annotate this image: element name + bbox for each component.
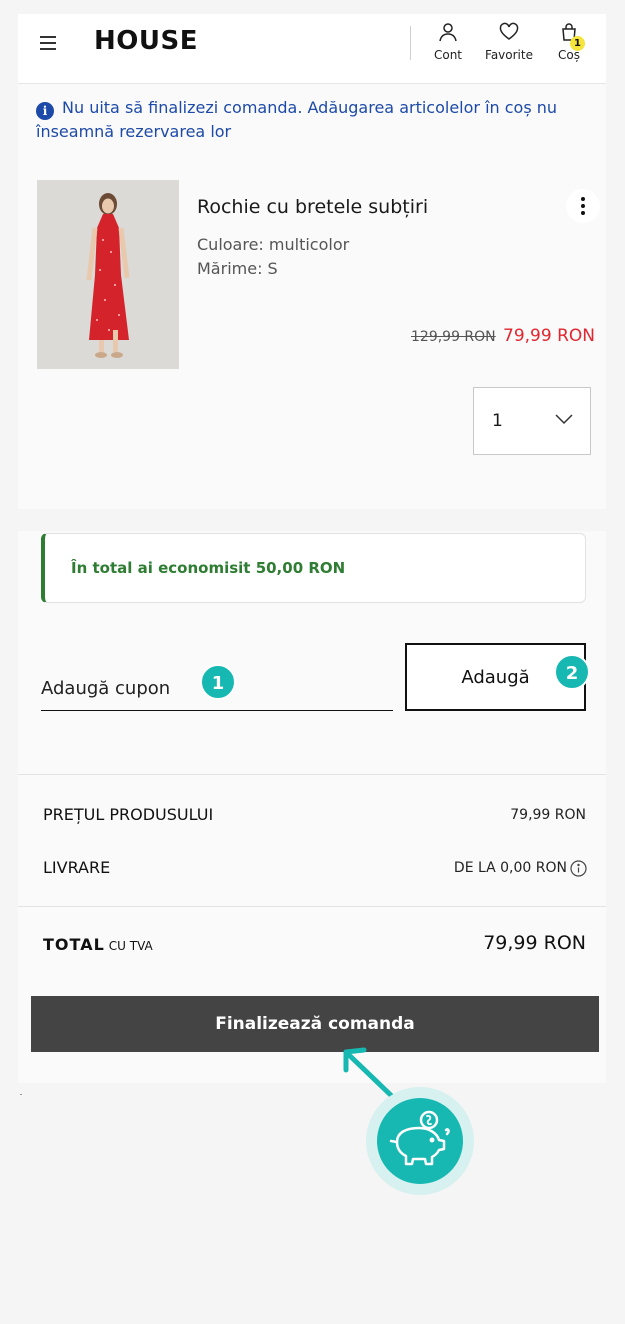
divider [18, 774, 606, 775]
more-options-button[interactable] [566, 189, 600, 223]
total-value: 79,99 RON [483, 932, 586, 954]
product-price-value: 79,99 RON [510, 807, 586, 823]
piggy-bank-icon [377, 1098, 463, 1184]
account-button[interactable]: Cont [432, 22, 464, 62]
delivery-value: DE LA 0,00 RON [453, 860, 567, 876]
total-label-text: TOTAL [43, 935, 105, 954]
favorites-label: Favorite [485, 48, 533, 62]
step-marker-2: 2 [554, 654, 590, 690]
savings-text: În total ai economisit 50,00 RON [71, 559, 346, 577]
info-circle-icon[interactable] [570, 860, 587, 877]
product-name[interactable]: Rochie cu bretele subțiri [197, 196, 428, 218]
stray-dot [20, 1094, 22, 1095]
menu-icon[interactable] [40, 36, 56, 50]
reservation-notice-text: Nu uita să finalizezi comanda. Adăugarea… [36, 98, 558, 141]
total-label: TOTAL CU TVA [43, 935, 153, 954]
total-vat-note: CU TVA [108, 939, 153, 953]
sale-price: 79,99 RON [503, 326, 595, 346]
info-icon: i [36, 102, 54, 120]
product-size: Mărime: S [197, 259, 278, 278]
account-label: Cont [433, 48, 463, 62]
cart-count-badge: 1 [570, 36, 585, 51]
brand-logo[interactable]: HOUSE [94, 26, 198, 56]
favorites-button[interactable]: Favorite [484, 22, 534, 62]
header-divider [410, 26, 411, 60]
reservation-notice: i Nu uita să finalizezi comanda. Adăugare… [36, 96, 596, 143]
header-bar: HOUSE Cont Favorite Coș 1 [18, 14, 606, 84]
user-icon [439, 23, 457, 42]
chevron-down-icon [555, 414, 573, 425]
divider [18, 906, 606, 907]
delivery-label: LIVRARE [43, 858, 111, 877]
step-marker-1: 1 [200, 664, 236, 700]
old-price: 129,99 RON [411, 329, 496, 345]
quantity-select[interactable]: 1 [473, 387, 591, 455]
heart-icon [499, 22, 519, 40]
cart-button[interactable]: Coș 1 [556, 22, 585, 62]
savings-box: În total ai economisit 50,00 RON [41, 533, 586, 603]
product-color: Culoare: multicolor [197, 235, 350, 254]
product-price-label: PREȚUL PRODUSULUI [43, 805, 214, 824]
quantity-value: 1 [492, 411, 503, 431]
checkout-button[interactable]: Finalizează comanda [31, 996, 599, 1052]
product-image[interactable] [37, 180, 179, 369]
